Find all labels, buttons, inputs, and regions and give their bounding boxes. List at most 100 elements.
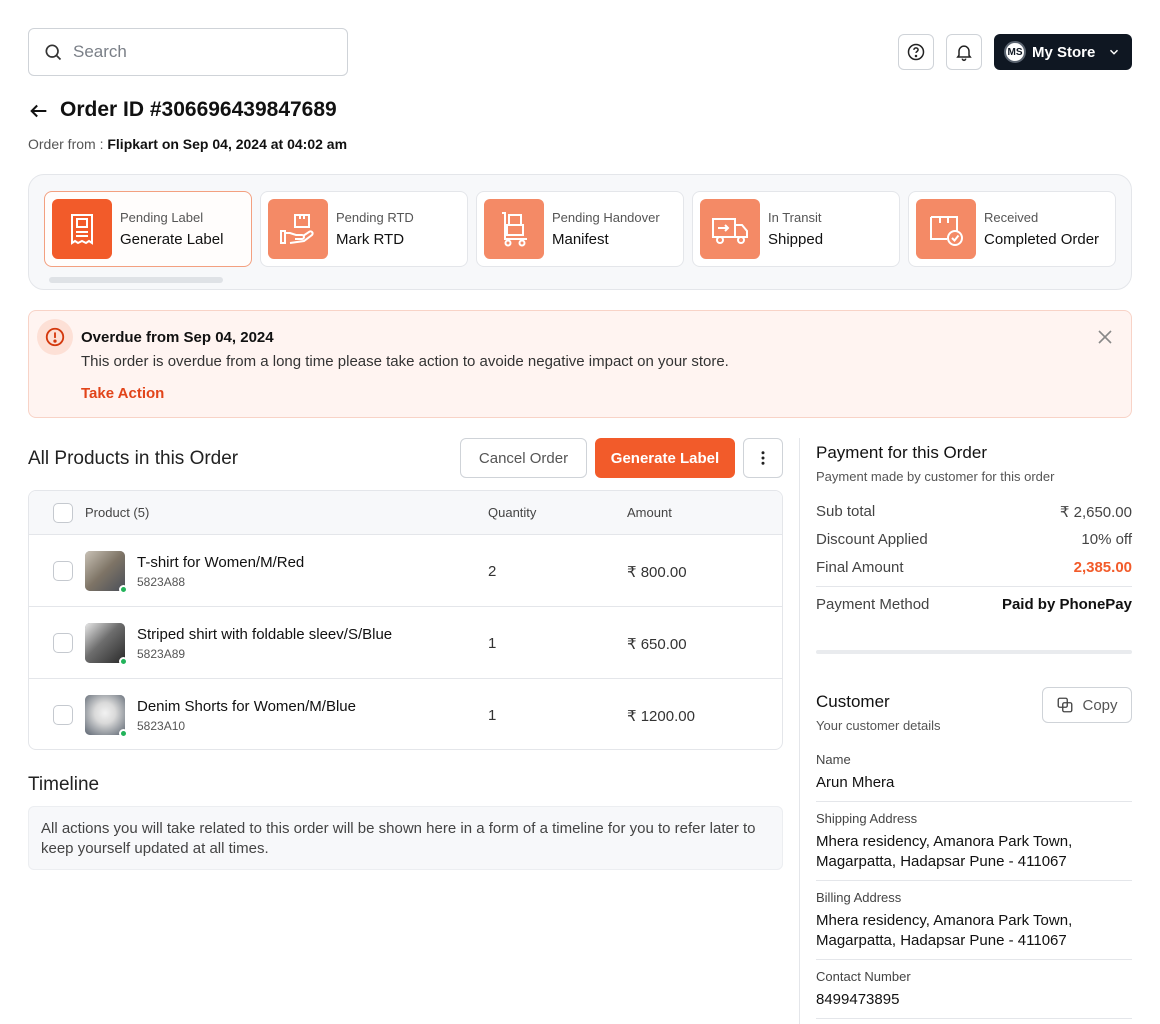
shipping-address: Mhera residency, Amanora Park Town, Maga… — [816, 833, 1073, 870]
generate-label-button[interactable]: Generate Label — [595, 438, 735, 478]
in-stock-dot — [119, 585, 128, 594]
column-divider — [799, 438, 800, 1024]
divider — [816, 801, 1132, 802]
in-stock-dot — [119, 657, 128, 666]
notifications-button[interactable] — [946, 34, 982, 70]
trolley-icon — [484, 199, 544, 259]
products-table: Product (5) Quantity Amount T-shirt for … — [28, 490, 783, 750]
divider — [816, 586, 1132, 587]
help-button[interactable] — [898, 34, 934, 70]
contact-number: 8499473895 — [816, 991, 900, 1008]
status-card-manifest[interactable]: Pending Handover Manifest — [476, 191, 684, 267]
timeline-title: Timeline — [28, 774, 100, 795]
copy-button[interactable]: Copy — [1042, 687, 1132, 723]
divider — [816, 959, 1132, 960]
order-status-stepper: Pending Label Generate Label Pending RTD… — [28, 174, 1132, 290]
product-quantity: 1 — [488, 635, 497, 652]
truck-icon — [700, 199, 760, 259]
hand-box-icon — [268, 199, 328, 259]
close-icon[interactable] — [1097, 329, 1113, 345]
payment-method-label: Payment Method — [816, 596, 930, 613]
table-row[interactable]: Denim Shorts for Women/M/Blue 5823A10 1 … — [29, 679, 782, 749]
search-box[interactable] — [28, 28, 348, 76]
payment-title: Payment for this Order — [816, 443, 988, 462]
payment-method-value: Paid by PhonePay — [1001, 596, 1132, 613]
product-amount: ₹ 800.00 — [627, 564, 687, 581]
alert-title: Overdue from Sep 04, 2024 — [81, 329, 274, 346]
product-sku: 5823A89 — [137, 647, 186, 661]
final-amount-value: 2,385.00 — [1073, 559, 1132, 576]
product-name: Denim Shorts for Women/M/Blue — [137, 698, 356, 715]
column-quantity: Quantity — [488, 505, 537, 520]
product-amount: ₹ 1200.00 — [627, 708, 695, 725]
discount-label: Discount Applied — [816, 531, 928, 548]
section-divider — [816, 650, 1132, 654]
status-main: Completed Order — [984, 231, 1100, 248]
more-vertical-icon — [761, 451, 765, 465]
customer-name: Arun Mhera — [816, 774, 895, 791]
status-sub: In Transit — [768, 210, 822, 225]
back-arrow-icon[interactable] — [28, 100, 50, 122]
help-icon — [907, 43, 925, 61]
discount-row: Discount Applied 10% off — [816, 531, 1132, 548]
status-main: Generate Label — [120, 231, 224, 248]
product-sku: 5823A88 — [137, 575, 186, 589]
search-input[interactable] — [73, 42, 333, 62]
billing-address: Mhera residency, Amanora Park Town, Maga… — [816, 912, 1073, 949]
table-row[interactable]: T-shirt for Women/M/Red 5823A88 2 ₹ 800.… — [29, 535, 782, 607]
store-avatar: MS — [1004, 41, 1026, 63]
products-section-title: All Products in this Order — [28, 448, 239, 469]
contact-number-label: Contact Number — [816, 969, 911, 984]
payment-subtitle: Payment made by customer for this order — [816, 469, 1055, 484]
shipping-address-label: Shipping Address — [816, 811, 918, 826]
receipt-icon — [52, 199, 112, 259]
customer-subtitle: Your customer details — [816, 718, 941, 733]
row-checkbox[interactable] — [53, 633, 73, 653]
status-card-shipped[interactable]: In Transit Shipped — [692, 191, 900, 267]
product-thumbnail — [85, 551, 128, 594]
overdue-alert: Overdue from Sep 04, 2024 This order is … — [28, 310, 1132, 418]
status-main: Mark RTD — [336, 231, 405, 248]
payment-method-row: Payment Method Paid by PhonePay — [816, 596, 1132, 613]
more-options-button[interactable] — [743, 438, 783, 478]
final-amount-row: Final Amount 2,385.00 — [816, 559, 1132, 576]
bell-icon — [956, 45, 972, 62]
subtotal-label: Sub total — [816, 503, 876, 520]
status-card-mark-rtd[interactable]: Pending RTD Mark RTD — [260, 191, 468, 267]
row-checkbox[interactable] — [53, 705, 73, 725]
horizontal-scrollbar[interactable] — [49, 277, 223, 283]
store-name: My Store — [1032, 43, 1096, 61]
order-from-label: Order from : — [28, 136, 104, 152]
alert-message: This order is overdue from a long time p… — [81, 353, 729, 370]
search-icon — [45, 44, 62, 61]
status-sub: Pending Label — [120, 210, 204, 225]
table-row[interactable]: Striped shirt with foldable sleev/S/Blue… — [29, 607, 782, 679]
select-all-checkbox[interactable] — [53, 503, 73, 523]
status-sub: Pending RTD — [336, 210, 414, 225]
product-quantity: 1 — [488, 707, 497, 724]
row-checkbox[interactable] — [53, 561, 73, 581]
order-source: Order from : Flipkart on Sep 04, 2024 at… — [28, 136, 347, 152]
subtotal-value: ₹ 2,650.00 — [1059, 504, 1132, 521]
status-card-completed-order[interactable]: Received Completed Order — [908, 191, 1116, 267]
status-card-generate-label[interactable]: Pending Label Generate Label — [44, 191, 252, 267]
timeline-empty-state: All actions you will take related to thi… — [28, 806, 783, 870]
subtotal-row: Sub total ₹ 2,650.00 — [816, 503, 1132, 521]
column-product: Product (5) — [85, 505, 150, 520]
product-thumbnail — [85, 623, 128, 666]
status-main: Shipped — [768, 231, 824, 248]
customer-title: Customer — [816, 692, 890, 711]
final-amount-label: Final Amount — [816, 559, 904, 576]
discount-value: 10% off — [1081, 531, 1132, 548]
store-switcher-button[interactable]: MS My Store — [994, 34, 1132, 70]
chevron-down-icon — [1110, 49, 1119, 55]
billing-address-label: Billing Address — [816, 890, 902, 905]
take-action-link[interactable]: Take Action — [81, 385, 164, 402]
name-label: Name — [816, 752, 851, 767]
divider — [816, 880, 1132, 881]
status-sub: Received — [984, 210, 1039, 225]
copy-label: Copy — [1082, 696, 1118, 714]
copy-icon — [1058, 697, 1073, 713]
cancel-order-button[interactable]: Cancel Order — [460, 438, 587, 478]
product-quantity: 2 — [488, 563, 497, 580]
